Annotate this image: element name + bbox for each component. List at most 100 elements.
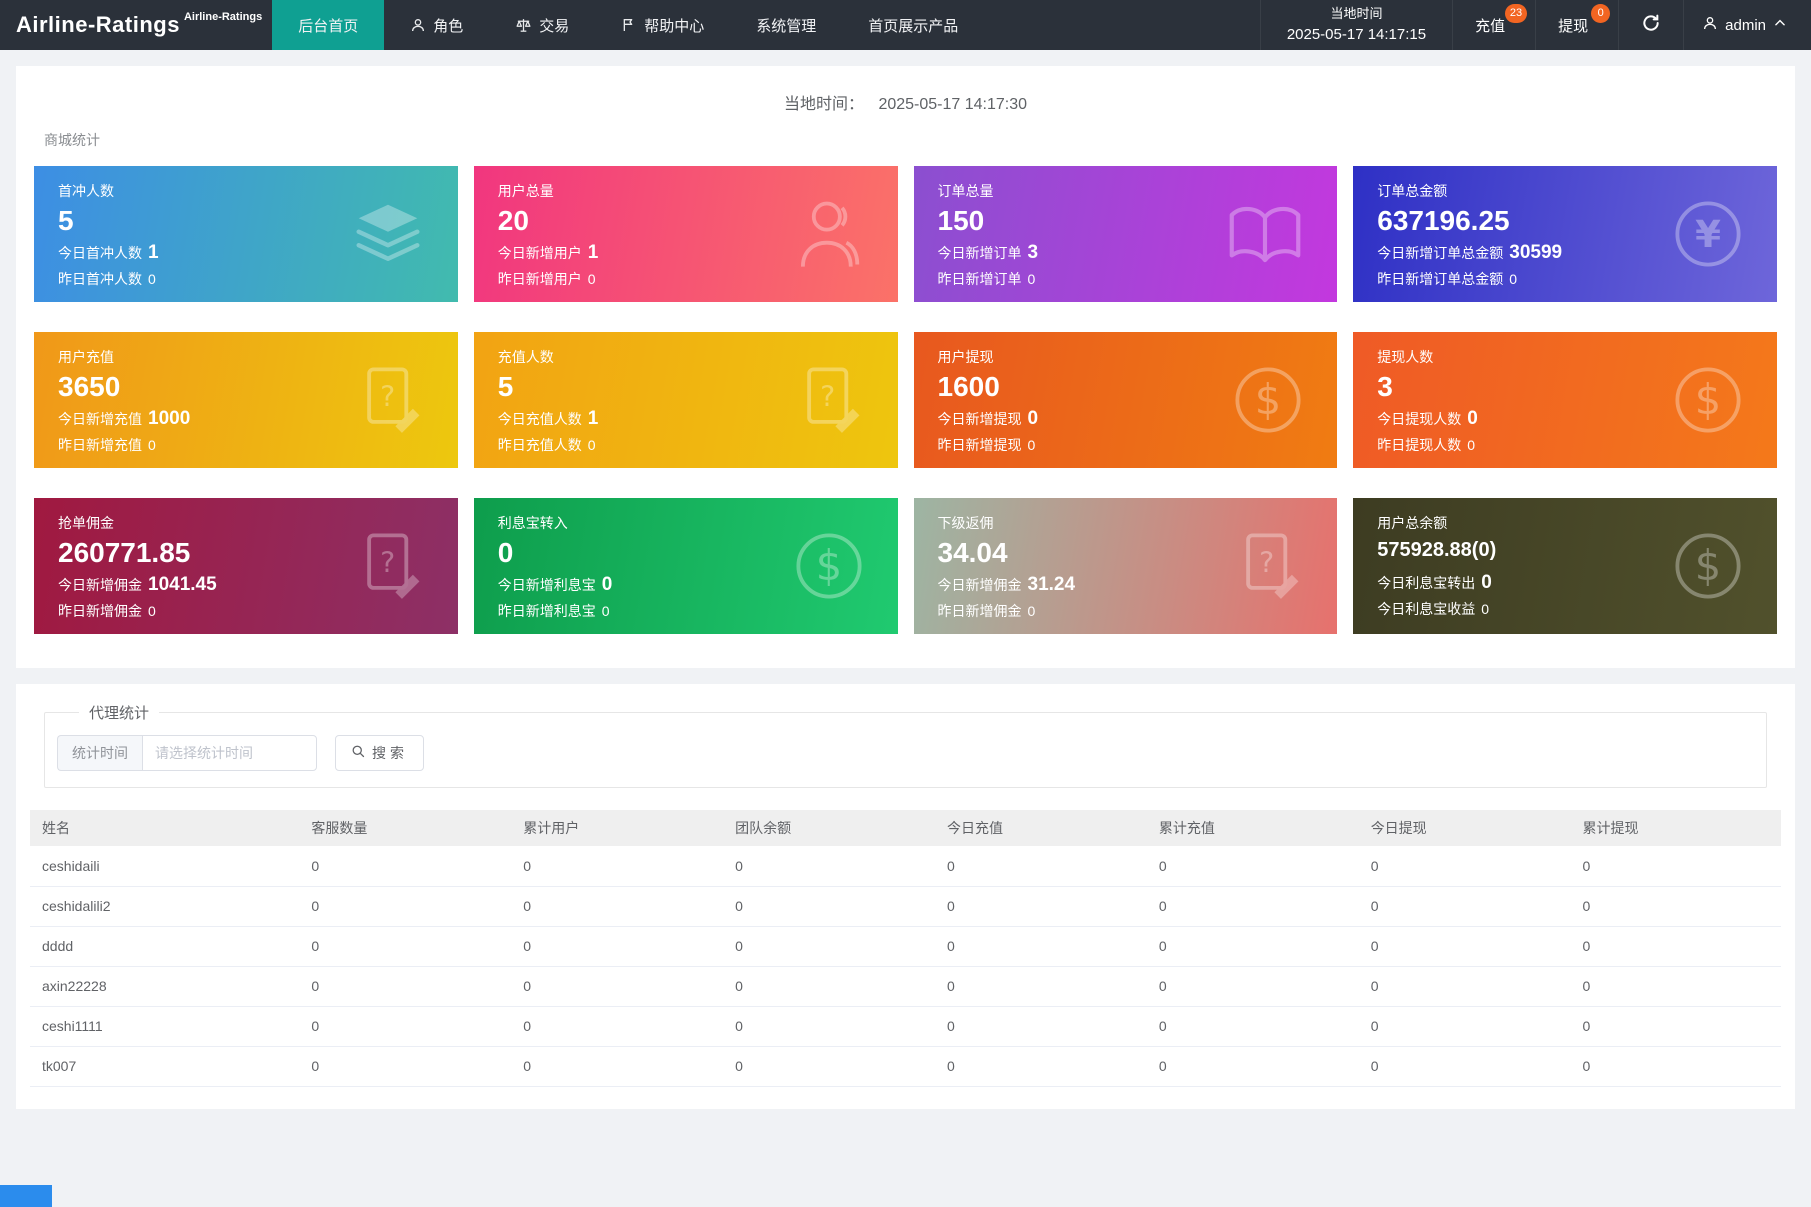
user-name: admin [1725,17,1766,34]
table-cell: 0 [937,886,1149,926]
menu-item-3[interactable]: 交易 [489,0,595,50]
table-cell: dddd [30,926,301,966]
bottom-blue-button[interactable] [0,1185,52,1207]
card-title: 订单总量 [938,181,1314,201]
table-cell: 0 [725,966,937,1006]
flag-icon [621,17,637,33]
card-yesterday-line: 昨日新增佣金0 [58,601,434,621]
table-cell: 0 [513,966,725,1006]
card-title: 抢单佣金 [58,513,434,533]
menu-item-5[interactable]: 系统管理 [730,0,842,50]
table-header-cell: 累计充值 [1149,810,1361,846]
chevron-up-icon [1773,16,1787,34]
dollar-circle-icon: $ [1673,531,1743,601]
search-icon [351,744,366,762]
card-yesterday-line: 昨日充值人数0 [498,435,874,455]
svg-text:$: $ [1695,541,1721,590]
table-cell: 0 [725,846,937,886]
card-yesterday-line: 昨日新增佣金0 [938,601,1314,621]
table-row: dddd0000000 [30,926,1781,966]
table-cell: tk007 [30,1046,301,1086]
agent-fieldset: 代理统计 统计时间 搜索 [44,702,1767,788]
doc-question-icon: ? [798,365,864,435]
app-logo-superscript: Airline-Ratings [184,11,262,23]
table-cell: 0 [1573,886,1781,926]
section-title: 商城统计 [44,130,1777,150]
svg-text:?: ? [380,381,395,414]
table-row: tk0070000000 [30,1046,1781,1086]
table-cell: 0 [1361,846,1573,886]
menu-item-label: 帮助中心 [644,15,704,36]
table-cell: 0 [725,1006,937,1046]
stat-time-input[interactable] [142,735,317,771]
table-cell: 0 [513,1006,725,1046]
table-cell: 0 [1149,1046,1361,1086]
table-row: ceshidaili0000000 [30,846,1781,886]
withdraw-nav-button[interactable]: 提现 0 [1535,0,1618,50]
main-menu: 后台首页 角色 交易 帮助中心 系统管理 首页展示产品 [272,0,984,50]
menu-item-6[interactable]: 首页展示产品 [842,0,984,50]
table-cell: 0 [301,886,513,926]
menu-item-label: 交易 [539,15,569,36]
nav-right: 当地时间 2025-05-17 14:17:15 充值 23 提现 0 ad [1260,0,1811,50]
menu-item-4[interactable]: 帮助中心 [595,0,730,50]
table-cell: ceshidalili2 [30,886,301,926]
table-cell: 0 [1361,1046,1573,1086]
dollar-circle-icon: $ [794,531,864,601]
table-cell: 0 [301,1046,513,1086]
stat-card-8: 提现人数3今日提现人数0昨日提现人数0$ [1353,332,1777,468]
svg-text:?: ? [1259,547,1274,580]
person-icon [794,197,864,271]
person-icon [410,17,426,33]
card-yesterday-line: 今日利息宝收益0 [1377,599,1753,619]
search-button[interactable]: 搜索 [335,735,424,771]
card-yesterday-line: 昨日首冲人数0 [58,269,434,289]
stat-card-3: 订单总量150今日新增订单3昨日新增订单0 [914,166,1338,302]
recharge-badge: 23 [1505,4,1527,23]
table-cell: 0 [513,1046,725,1086]
svg-text:$: $ [1695,375,1721,424]
table-cell: 0 [1573,1006,1781,1046]
menu-item-label: 首页展示产品 [868,15,958,36]
stat-card-5: 用户充值3650今日新增充值1000昨日新增充值0? [34,332,458,468]
table-cell: 0 [301,966,513,1006]
table-cell: 0 [513,926,725,966]
agent-filter-row: 统计时间 搜索 [57,735,1766,771]
card-yesterday-line: 昨日新增用户0 [498,269,874,289]
user-menu[interactable]: admin [1683,0,1811,50]
card-title: 首冲人数 [58,181,434,201]
withdraw-badge: 0 [1591,4,1610,23]
agent-legend: 代理统计 [79,702,159,723]
card-title: 用户充值 [58,347,434,367]
card-title: 用户提现 [938,347,1314,367]
table-header-cell: 姓名 [30,810,301,846]
table-cell: 0 [513,886,725,926]
table-cell: 0 [301,1006,513,1046]
layers-icon [352,200,424,268]
table-header-cell: 今日提现 [1361,810,1573,846]
scales-icon [515,17,532,34]
doc-question-icon: ? [358,531,424,601]
table-header-cell: 累计用户 [513,810,725,846]
svg-text:$: $ [815,541,841,590]
card-title: 利息宝转入 [498,513,874,533]
agent-table: 姓名客服数量累计用户团队余额今日充值累计充值今日提现累计提现 ceshidail… [30,810,1781,1087]
card-title: 下级返佣 [938,513,1314,533]
card-yesterday-line: 昨日新增订单0 [938,269,1314,289]
refresh-button[interactable] [1618,0,1683,50]
stat-card-7: 用户提现1600今日新增提现0昨日新增提现0$ [914,332,1338,468]
table-cell: 0 [1149,1006,1361,1046]
stat-card-10: 利息宝转入0今日新增利息宝0昨日新增利息宝0$ [474,498,898,634]
menu-item-label: 后台首页 [298,15,358,36]
stat-card-12: 用户总余额575928.88(0)今日利息宝转出0今日利息宝收益0$ [1353,498,1777,634]
menu-item-1[interactable]: 后台首页 [272,0,384,50]
menu-item-2[interactable]: 角色 [384,0,489,50]
table-cell: 0 [1361,966,1573,1006]
menu-item-label: 系统管理 [756,15,816,36]
table-cell: axin22228 [30,966,301,1006]
dollar-circle-icon: $ [1673,365,1743,435]
stat-card-9: 抢单佣金260771.85今日新增佣金1041.45昨日新增佣金0? [34,498,458,634]
recharge-nav-button[interactable]: 充值 23 [1452,0,1535,50]
table-cell: 0 [301,926,513,966]
table-cell: 0 [1573,846,1781,886]
